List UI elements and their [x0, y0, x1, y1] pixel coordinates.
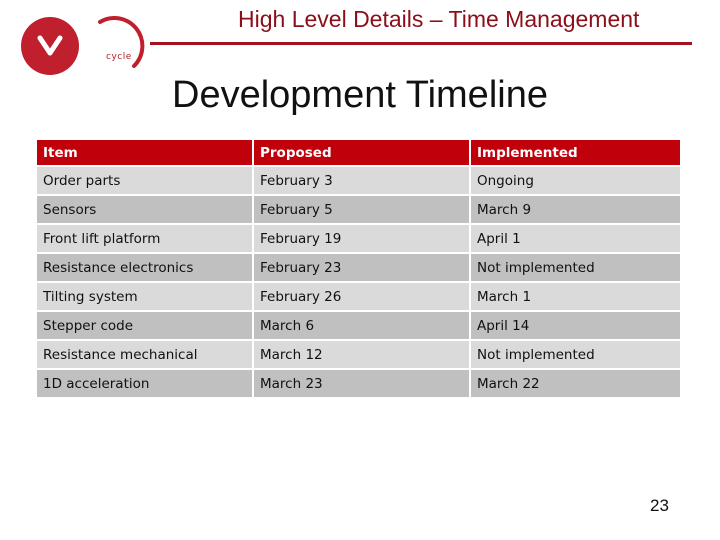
- header-title: High Level Details – Time Management: [238, 6, 640, 32]
- cell-proposed: February 5: [254, 196, 469, 223]
- cell-proposed: February 23: [254, 254, 469, 281]
- header-divider: [150, 42, 692, 45]
- cell-proposed: March 6: [254, 312, 469, 339]
- cell-implemented: March 22: [471, 370, 680, 397]
- cell-implemented: March 1: [471, 283, 680, 310]
- cell-proposed: February 26: [254, 283, 469, 310]
- cell-proposed: February 3: [254, 167, 469, 194]
- column-header-implemented: Implemented: [471, 140, 680, 165]
- table-row: 1D acceleration March 23 March 22: [37, 370, 680, 397]
- cell-implemented: April 14: [471, 312, 680, 339]
- cell-item: Order parts: [37, 167, 252, 194]
- column-header-proposed: Proposed: [254, 140, 469, 165]
- page-title: Development Timeline: [172, 74, 548, 116]
- column-header-item: Item: [37, 140, 252, 165]
- table-row: Order parts February 3 Ongoing: [37, 167, 680, 194]
- cell-item: 1D acceleration: [37, 370, 252, 397]
- cell-item: Tilting system: [37, 283, 252, 310]
- vcycle-logo: cycle: [18, 14, 145, 75]
- cell-item: Stepper code: [37, 312, 252, 339]
- table-header-row: Item Proposed Implemented: [37, 140, 680, 165]
- table-row: Resistance mechanical March 12 Not impleme…: [37, 341, 680, 368]
- page-number: 23: [650, 496, 669, 515]
- cell-implemented: March 9: [471, 196, 680, 223]
- cell-proposed: February 19: [254, 225, 469, 252]
- table-row: Resistance electronics February 23 Not imp…: [37, 254, 680, 281]
- cell-proposed: March 23: [254, 370, 469, 397]
- cell-implemented: Ongoing: [471, 167, 680, 194]
- cell-item: Sensors: [37, 196, 252, 223]
- timeline-table: Item Proposed Implemented Order parts Feb…: [35, 138, 682, 399]
- cell-item: Resistance electronics: [37, 254, 252, 281]
- v-letter-icon: [21, 17, 79, 75]
- logo-arc-icon: [98, 16, 145, 68]
- cell-implemented: Not implemented: [471, 254, 680, 281]
- table-row: Front lift platform February 19 April 1: [37, 225, 680, 252]
- logo-text: cycle: [106, 52, 132, 62]
- table-row: Sensors February 5 March 9: [37, 196, 680, 223]
- table-row: Stepper code March 6 April 14: [37, 312, 680, 339]
- cell-proposed: March 12: [254, 341, 469, 368]
- table-row: Tilting system February 26 March 1: [37, 283, 680, 310]
- cell-item: Front lift platform: [37, 225, 252, 252]
- cell-implemented: Not implemented: [471, 341, 680, 368]
- cell-item: Resistance mechanical: [37, 341, 252, 368]
- cell-implemented: April 1: [471, 225, 680, 252]
